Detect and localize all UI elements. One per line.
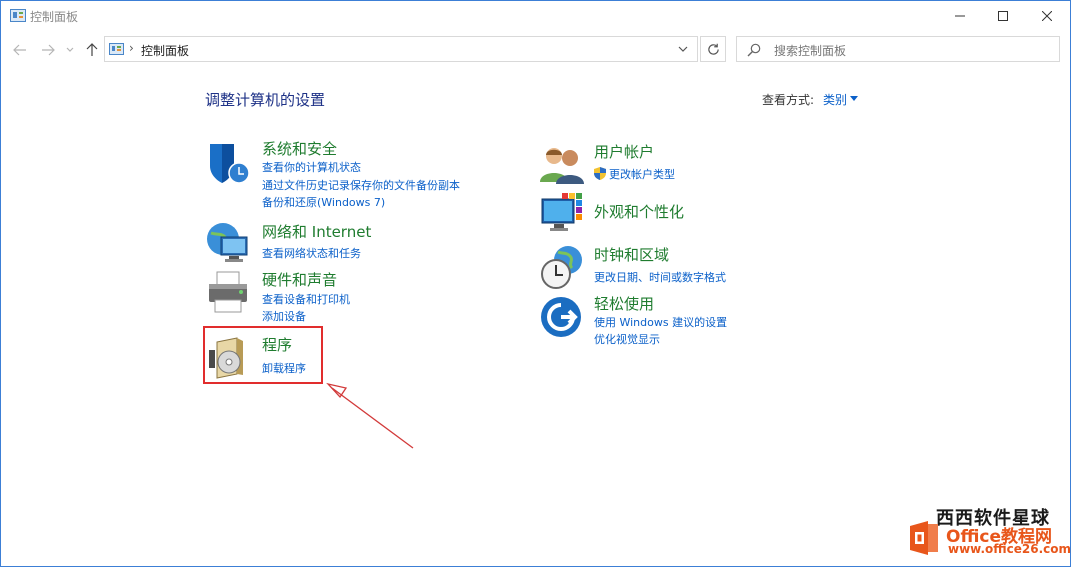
control-panel-icon: [10, 9, 26, 22]
close-icon: [1042, 11, 1052, 21]
title-bar: 控制面板: [0, 0, 1071, 32]
recent-locations-button[interactable]: [64, 40, 76, 60]
minimize-button[interactable]: [937, 0, 983, 32]
chevron-down-icon[interactable]: [677, 43, 689, 55]
appearance-monitor-icon[interactable]: [540, 191, 586, 237]
watermark-url: www.office26.com: [948, 542, 1071, 556]
minimize-icon: [955, 15, 965, 17]
chevron-down-icon: [66, 47, 74, 52]
category-title-appearance[interactable]: 外观和个性化: [594, 201, 684, 222]
link-change-account-type[interactable]: 更改帐户类型: [594, 166, 675, 182]
dropdown-arrow-icon[interactable]: [850, 96, 858, 101]
link-devices-printers[interactable]: 查看设备和打印机: [262, 291, 350, 307]
link-view-computer-status[interactable]: 查看你的计算机状态: [262, 159, 361, 175]
maximize-button[interactable]: [980, 0, 1026, 32]
office-logo-icon: [910, 521, 938, 555]
window-frame: [0, 0, 1071, 567]
view-by-label: 查看方式:: [762, 93, 815, 107]
category-title-network[interactable]: 网络和 Internet: [262, 221, 371, 242]
clock-globe-icon[interactable]: [540, 244, 586, 290]
network-globe-icon[interactable]: [205, 219, 251, 265]
arrow-right-icon: [42, 44, 55, 56]
breadcrumb-separator-icon: ›: [129, 41, 134, 55]
up-button[interactable]: [84, 40, 100, 60]
view-by-dropdown[interactable]: 类别: [823, 91, 847, 108]
maximize-icon: [998, 11, 1008, 21]
control-panel-icon: [109, 43, 124, 55]
search-input[interactable]: 搜索控制面板: [774, 42, 846, 59]
shield-icon[interactable]: [206, 140, 252, 186]
printer-icon[interactable]: [205, 270, 251, 316]
page-title: 调整计算机的设置: [205, 91, 326, 109]
uac-shield-icon: [594, 167, 606, 180]
forward-button[interactable]: [40, 40, 56, 60]
link-network-status[interactable]: 查看网络状态和任务: [262, 245, 361, 261]
category-title-ease[interactable]: 轻松使用: [594, 293, 654, 314]
category-title-system[interactable]: 系统和安全: [262, 138, 337, 159]
address-bar[interactable]: › 控制面板: [104, 36, 698, 62]
refresh-button[interactable]: [700, 36, 726, 62]
link-optimize-display[interactable]: 优化视觉显示: [594, 331, 660, 347]
link-change-date-time[interactable]: 更改日期、时间或数字格式: [594, 269, 726, 285]
category-title-clock[interactable]: 时钟和区域: [594, 244, 669, 265]
search-icon: [747, 43, 761, 57]
close-button[interactable]: [1024, 0, 1070, 32]
users-icon[interactable]: [540, 142, 586, 188]
link-add-device[interactable]: 添加设备: [262, 308, 306, 324]
window-title: 控制面板: [30, 10, 79, 24]
link-label: 更改帐户类型: [609, 168, 675, 181]
search-box[interactable]: 搜索控制面板: [736, 36, 1060, 62]
link-recommended-settings[interactable]: 使用 Windows 建议的设置: [594, 314, 727, 330]
annotation-arrow-icon: [326, 382, 414, 449]
link-file-history[interactable]: 通过文件历史记录保存你的文件备份副本: [262, 177, 460, 193]
link-backup-restore[interactable]: 备份和还原(Windows 7): [262, 194, 385, 210]
category-title-hardware[interactable]: 硬件和声音: [262, 269, 337, 290]
arrow-left-icon: [13, 44, 26, 56]
refresh-icon: [707, 43, 719, 55]
highlight-box: [203, 326, 323, 384]
back-button[interactable]: [12, 40, 28, 60]
category-title-users[interactable]: 用户帐户: [594, 141, 654, 162]
arrow-up-icon: [86, 43, 98, 56]
breadcrumb[interactable]: 控制面板: [141, 42, 189, 59]
ease-of-access-icon[interactable]: [540, 296, 586, 342]
